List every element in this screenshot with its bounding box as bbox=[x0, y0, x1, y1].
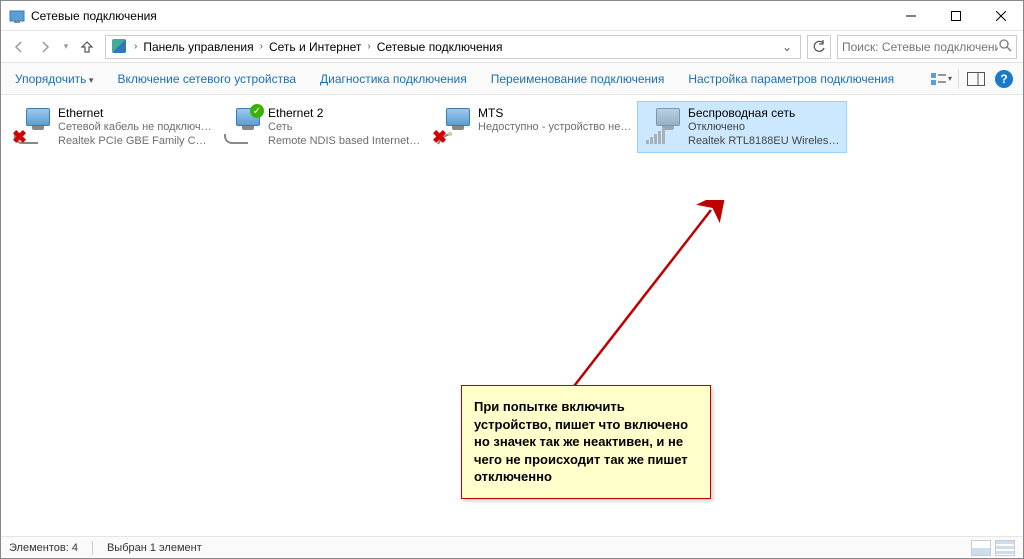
connection-status: Недоступно - устройство не най... bbox=[478, 120, 632, 134]
settings-button[interactable]: Настройка параметров подключения bbox=[682, 68, 900, 90]
large-icons-view-button[interactable] bbox=[995, 540, 1015, 556]
annotation-callout: При попытке включить устройство, пишет ч… bbox=[461, 385, 711, 499]
diagnose-button[interactable]: Диагностика подключения bbox=[314, 68, 473, 90]
annotation-arrow bbox=[531, 200, 731, 395]
connection-name: MTS bbox=[478, 106, 632, 120]
wifi-disabled-icon bbox=[642, 106, 682, 146]
location-icon bbox=[112, 39, 128, 55]
connection-status: Сетевой кабель не подключен bbox=[58, 120, 212, 134]
rename-button[interactable]: Переименование подключения bbox=[485, 68, 671, 90]
connection-name: Ethernet 2 bbox=[268, 106, 422, 120]
forward-button[interactable] bbox=[33, 35, 57, 59]
connection-item-wireless[interactable]: Беспроводная сеть Отключено Realtek RTL8… bbox=[637, 101, 847, 153]
ethernet-connected-icon: ✓ bbox=[222, 106, 262, 146]
address-dropdown[interactable]: ⌄ bbox=[776, 40, 798, 54]
refresh-button[interactable] bbox=[807, 35, 831, 59]
search-input[interactable] bbox=[842, 40, 998, 54]
connection-status: Отключено bbox=[688, 120, 842, 134]
chevron-right-icon[interactable]: › bbox=[258, 41, 265, 52]
connection-device: Realtek PCIe GBE Family Controller bbox=[58, 134, 212, 148]
connection-name: Беспроводная сеть bbox=[688, 106, 842, 120]
breadcrumb-seg-1[interactable]: Сеть и Интернет bbox=[265, 40, 365, 54]
connection-item-mts[interactable]: ✖ MTS Недоступно - устройство не най... bbox=[427, 101, 637, 153]
window-title: Сетевые подключения bbox=[31, 9, 888, 23]
modem-unavailable-icon: ✖ bbox=[432, 106, 472, 146]
connection-item-ethernet2[interactable]: ✓ Ethernet 2 Сеть Remote NDIS based Inte… bbox=[217, 101, 427, 153]
breadcrumb-seg-0[interactable]: Панель управления bbox=[139, 40, 257, 54]
window-controls bbox=[888, 1, 1023, 30]
view-options-button[interactable]: ▾ bbox=[930, 68, 952, 90]
chevron-right-icon[interactable]: › bbox=[132, 41, 139, 52]
command-toolbar: Упорядочить Включение сетевого устройств… bbox=[1, 63, 1023, 95]
ethernet-disabled-icon: ✖ bbox=[12, 106, 52, 146]
search-icon[interactable] bbox=[998, 38, 1012, 55]
maximize-button[interactable] bbox=[933, 1, 978, 30]
connections-list: ✖ Ethernet Сетевой кабель не подключен R… bbox=[7, 101, 1017, 153]
recent-dropdown[interactable]: ▾ bbox=[59, 35, 73, 59]
connection-status: Сеть bbox=[268, 120, 422, 134]
close-button[interactable] bbox=[978, 1, 1023, 30]
search-box[interactable] bbox=[837, 35, 1017, 59]
enable-device-button[interactable]: Включение сетевого устройства bbox=[111, 68, 302, 90]
connection-device: Remote NDIS based Internet Shari... bbox=[268, 134, 422, 148]
back-button[interactable] bbox=[7, 35, 31, 59]
window-icon bbox=[9, 8, 25, 24]
selection-count: Выбран 1 элемент bbox=[107, 542, 202, 554]
content-area: ✖ Ethernet Сетевой кабель не подключен R… bbox=[1, 95, 1023, 536]
item-count: Элементов: 4 bbox=[9, 542, 78, 554]
up-button[interactable] bbox=[75, 35, 99, 59]
connection-item-ethernet[interactable]: ✖ Ethernet Сетевой кабель не подключен R… bbox=[7, 101, 217, 153]
breadcrumb-seg-2[interactable]: Сетевые подключения bbox=[373, 40, 507, 54]
organize-menu[interactable]: Упорядочить bbox=[9, 68, 99, 90]
toolbar-separator bbox=[958, 69, 959, 89]
status-separator bbox=[92, 541, 93, 555]
connection-device: Realtek RTL8188EU Wireless LAN ... bbox=[688, 134, 842, 148]
details-view-button[interactable] bbox=[971, 540, 991, 556]
help-button[interactable]: ? bbox=[993, 68, 1015, 90]
preview-pane-button[interactable] bbox=[965, 68, 987, 90]
chevron-right-icon[interactable]: › bbox=[365, 41, 372, 52]
title-bar: Сетевые подключения bbox=[1, 1, 1023, 31]
connection-name: Ethernet bbox=[58, 106, 212, 120]
navigation-bar: ▾ › Панель управления › Сеть и Интернет … bbox=[1, 31, 1023, 63]
minimize-button[interactable] bbox=[888, 1, 933, 30]
annotation-text: При попытке включить устройство, пишет ч… bbox=[474, 399, 688, 484]
status-bar: Элементов: 4 Выбран 1 элемент bbox=[1, 536, 1023, 558]
address-bar[interactable]: › Панель управления › Сеть и Интернет › … bbox=[105, 35, 801, 59]
